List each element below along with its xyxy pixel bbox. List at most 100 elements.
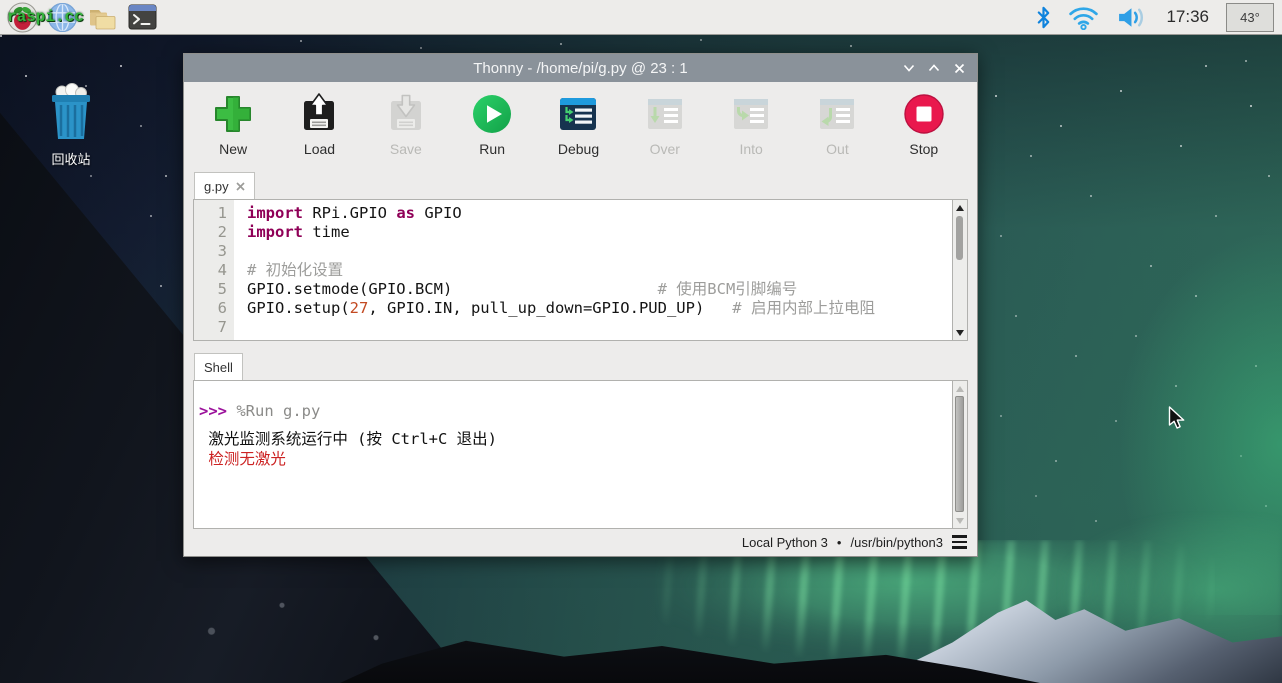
shell-scrollbar[interactable] bbox=[952, 381, 967, 528]
tab-close-icon[interactable] bbox=[236, 182, 245, 191]
terminal-icon bbox=[127, 3, 158, 31]
line-number: 3 bbox=[194, 242, 227, 261]
code-line: GPIO.setup(27, GPIO.IN, pull_up_down=GPI… bbox=[247, 299, 952, 318]
titlebar[interactable]: Thonny - /home/pi/g.py @ 23 : 1 bbox=[184, 54, 977, 82]
cpu-temperature-widget[interactable]: 43° bbox=[1226, 3, 1274, 32]
clock[interactable]: 17:36 bbox=[1166, 7, 1209, 27]
file-manager-icon bbox=[87, 3, 118, 32]
maximize-button[interactable] bbox=[926, 60, 942, 76]
scroll-up-arrow-icon[interactable] bbox=[953, 382, 967, 395]
recycle-bin-label: 回收站 bbox=[24, 149, 118, 168]
shell-tab[interactable]: Shell bbox=[194, 353, 243, 380]
taskbar: 17:36 43° bbox=[0, 0, 1282, 35]
file-manager-button[interactable] bbox=[86, 2, 118, 32]
terminal-button[interactable] bbox=[126, 2, 158, 32]
minimize-icon bbox=[903, 63, 915, 73]
save-file-icon bbox=[384, 92, 428, 136]
volume-icon bbox=[1116, 5, 1149, 30]
toolbar-label: Run bbox=[479, 141, 505, 157]
volume-button[interactable] bbox=[1116, 5, 1149, 30]
wifi-button[interactable] bbox=[1068, 5, 1099, 30]
watermark-text: raspi.cc bbox=[7, 8, 84, 26]
close-icon bbox=[954, 63, 965, 74]
editor-scrollbar-thumb[interactable] bbox=[956, 216, 963, 260]
code-line bbox=[247, 318, 952, 337]
editor-tab-gpy[interactable]: g.py bbox=[194, 172, 255, 199]
line-number: 4 bbox=[194, 261, 227, 280]
stop-icon bbox=[902, 92, 946, 136]
editor-gutter: 1234567 bbox=[194, 200, 234, 340]
step-out-icon bbox=[815, 92, 859, 136]
run-icon bbox=[470, 92, 514, 136]
step-over-icon bbox=[643, 92, 687, 136]
code-line: # 初始化设置 bbox=[247, 261, 952, 280]
toolbar-button-step-into: Into bbox=[718, 92, 784, 171]
thonny-window: Thonny - /home/pi/g.py @ 23 : 1 bbox=[183, 53, 978, 557]
editor-tabrow: g.py bbox=[184, 171, 977, 199]
line-number: 5 bbox=[194, 280, 227, 299]
interpreter-name: Local Python 3 bbox=[742, 535, 828, 550]
load-file-icon bbox=[297, 92, 341, 136]
code-line: import RPi.GPIO as GPIO bbox=[247, 204, 952, 223]
screen: 回收站 bbox=[0, 0, 1282, 683]
bluetooth-icon bbox=[1036, 6, 1051, 29]
scroll-down-arrow-icon[interactable] bbox=[953, 514, 967, 527]
recycle-bin-icon bbox=[44, 83, 98, 141]
shell-output[interactable]: >>> %Run g.py 激光监测系统运行中 (按 Ctrl+C 退出) 检测… bbox=[194, 381, 952, 528]
window-controls bbox=[901, 54, 967, 82]
toolbar-label: Load bbox=[304, 141, 335, 157]
code-editor[interactable]: 1234567 import RPi.GPIO as GPIOimport ti… bbox=[193, 199, 968, 341]
maximize-icon bbox=[928, 63, 940, 73]
shell-panel[interactable]: >>> %Run g.py 激光监测系统运行中 (按 Ctrl+C 退出) 检测… bbox=[193, 380, 968, 529]
shell-tabrow: Shell bbox=[184, 351, 977, 380]
statusbar: Local Python 3 • /usr/bin/python3 bbox=[184, 529, 977, 555]
toolbar-button-debug[interactable]: Debug bbox=[545, 92, 611, 171]
code-line: GPIO.setmode(GPIO.BCM) # 使用BCM引脚编号 bbox=[247, 280, 952, 299]
shell-line: >>> %Run g.py bbox=[199, 401, 952, 421]
recycle-bin-shortcut[interactable]: 回收站 bbox=[24, 83, 118, 168]
toolbar-button-step-over: Over bbox=[632, 92, 698, 171]
statusbar-bullet: • bbox=[837, 535, 842, 550]
new-file-icon bbox=[211, 92, 255, 136]
toolbar-label: Stop bbox=[909, 141, 938, 157]
interpreter-menu-icon[interactable] bbox=[952, 535, 967, 548]
toolbar-label: Out bbox=[826, 141, 849, 157]
shell-line: 激光监测系统运行中 (按 Ctrl+C 退出) bbox=[199, 429, 952, 449]
shell-tab-label: Shell bbox=[204, 360, 233, 375]
toolbar-label: Debug bbox=[558, 141, 599, 157]
code-line: import time bbox=[247, 223, 952, 242]
toolbar-label: Into bbox=[739, 141, 762, 157]
debug-icon bbox=[556, 92, 600, 136]
minimize-button[interactable] bbox=[901, 60, 917, 76]
toolbar-button-save: Save bbox=[373, 92, 439, 171]
line-number: 1 bbox=[194, 204, 227, 223]
toolbar-label: Save bbox=[390, 141, 422, 157]
toolbar-button-step-out: Out bbox=[804, 92, 870, 171]
editor-scrollbar[interactable] bbox=[952, 200, 967, 340]
mouse-cursor bbox=[1168, 406, 1190, 430]
stars-decoration bbox=[0, 35, 2, 37]
editor-tab-label: g.py bbox=[204, 179, 229, 194]
shell-scrollbar-thumb[interactable] bbox=[955, 396, 964, 512]
toolbar-button-new[interactable]: New bbox=[200, 92, 266, 171]
bluetooth-button[interactable] bbox=[1036, 6, 1051, 29]
code-line bbox=[247, 242, 952, 261]
toolbar-label: Over bbox=[650, 141, 680, 157]
wifi-icon bbox=[1068, 5, 1099, 30]
scroll-up-arrow-icon[interactable] bbox=[953, 201, 967, 214]
taskbar-status-area: 17:36 43° bbox=[1036, 3, 1282, 32]
toolbar-button-run[interactable]: Run bbox=[459, 92, 525, 171]
toolbar: New Load S bbox=[184, 82, 977, 171]
toolbar-button-load[interactable]: Load bbox=[286, 92, 352, 171]
scroll-down-arrow-icon[interactable] bbox=[953, 326, 967, 339]
toolbar-button-stop[interactable]: Stop bbox=[891, 92, 957, 171]
shell-blank-line bbox=[199, 421, 952, 429]
toolbar-label: New bbox=[219, 141, 247, 157]
interpreter-path: /usr/bin/python3 bbox=[850, 535, 943, 550]
line-number: 6 bbox=[194, 299, 227, 318]
line-number: 2 bbox=[194, 223, 227, 242]
line-number: 7 bbox=[194, 318, 227, 337]
close-button[interactable] bbox=[951, 60, 967, 76]
step-into-icon bbox=[729, 92, 773, 136]
editor-code[interactable]: import RPi.GPIO as GPIOimport time # 初始化设… bbox=[234, 200, 952, 340]
